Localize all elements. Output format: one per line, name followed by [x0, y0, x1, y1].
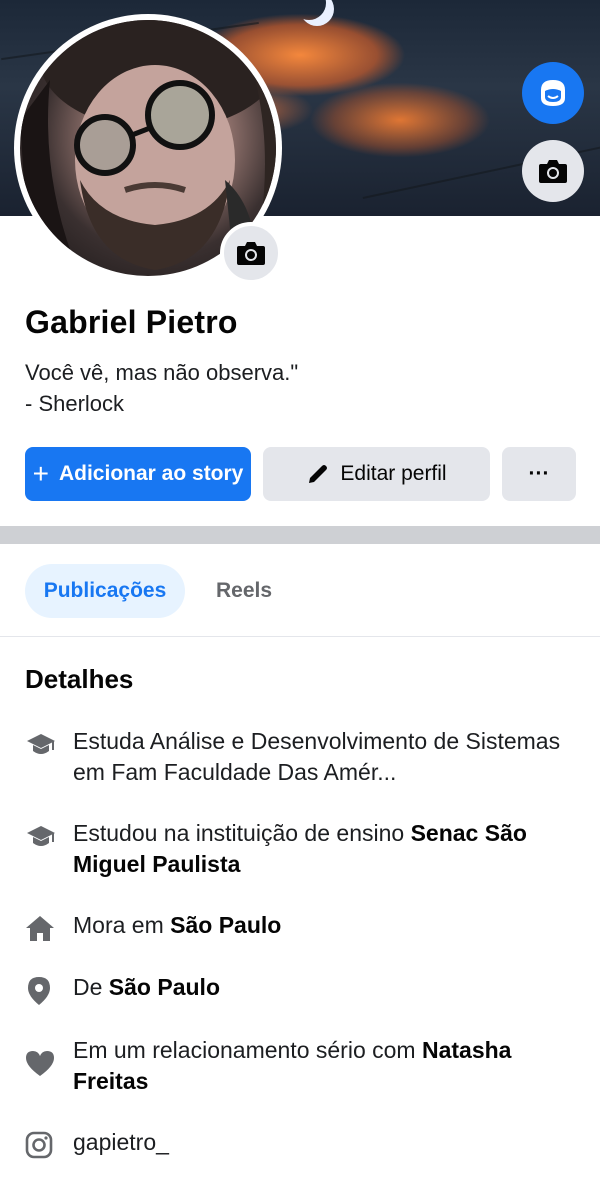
plus-icon: +: [32, 458, 49, 489]
detail-text-bold: São Paulo: [108, 974, 220, 1000]
graduation-cap-icon: [27, 826, 55, 846]
pencil-icon: [309, 465, 328, 483]
tabs-divider: [0, 636, 600, 637]
tab-reels[interactable]: Reels: [200, 564, 288, 618]
profile-name: Gabriel Pietro: [25, 304, 238, 340]
detail-text: Estudou na instituição de ensino Senac S…: [73, 818, 585, 880]
more-options-button[interactable]: ···: [502, 447, 576, 501]
avatar-face-icon: [541, 80, 565, 106]
camera-icon: [237, 242, 265, 265]
detail-item-from[interactable]: De São Paulo: [25, 972, 585, 1006]
profile-bio: Você vê, mas não observa." - Sherlock: [25, 357, 298, 419]
detail-text: De São Paulo: [73, 972, 220, 1006]
detail-item-lives-in[interactable]: Mora em São Paulo: [25, 910, 585, 942]
tab-publicacoes[interactable]: Publicações: [25, 564, 185, 618]
detail-text: Estuda Análise e Desenvolvimento de Sist…: [73, 728, 561, 785]
more-icon: ···: [528, 462, 550, 485]
instagram-handle[interactable]: gapietro_: [73, 1127, 169, 1159]
detail-text-regular: Estudou na instituição de ensino: [73, 820, 411, 846]
avatar-button[interactable]: [522, 62, 584, 124]
detail-item-instagram[interactable]: gapietro_: [25, 1127, 585, 1159]
instagram-icon: [25, 1131, 53, 1159]
heart-icon: [26, 1051, 54, 1076]
graduation-cap-icon: [27, 734, 55, 754]
add-to-story-label: Adicionar ao story: [58, 462, 244, 485]
detail-item-study[interactable]: Estuda Análise e Desenvolvimento de Sist…: [25, 726, 585, 788]
detail-text: Mora em São Paulo: [73, 910, 281, 942]
edit-profile-label: Editar perfil: [340, 462, 447, 485]
detail-text-bold: São Paulo: [170, 912, 282, 938]
details-title: Detalhes: [25, 664, 134, 694]
detail-text: Em um relacionamento sério com Natasha F…: [73, 1035, 533, 1097]
bio-line: - Sherlock: [25, 391, 125, 416]
location-pin-icon: [28, 977, 50, 1005]
bio-line: Você vê, mas não observa.": [25, 360, 299, 385]
detail-text-regular: Mora em: [73, 912, 171, 938]
home-icon: [26, 916, 54, 941]
detail-text-regular: De: [73, 974, 109, 1000]
camera-icon: [539, 160, 567, 183]
edit-profile-button[interactable]: Editar perfil: [263, 447, 490, 501]
detail-text-regular: Em um relacionamento sério com: [73, 1037, 422, 1063]
section-divider: [0, 526, 600, 544]
detail-item-studied[interactable]: Estudou na instituição de ensino Senac S…: [25, 818, 585, 880]
add-to-story-button[interactable]: + Adicionar ao story: [25, 447, 251, 501]
moon-decoration: [292, 0, 326, 20]
edit-cover-button[interactable]: [522, 140, 584, 202]
detail-item-relationship[interactable]: Em um relacionamento sério com Natasha F…: [25, 1035, 585, 1097]
edit-profile-picture-button[interactable]: [220, 222, 282, 284]
